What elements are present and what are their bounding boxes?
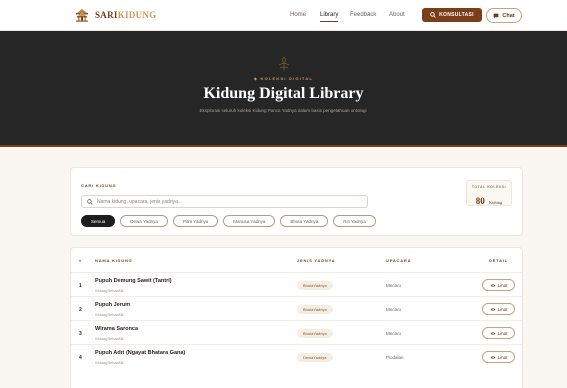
row-number: 3 [79, 331, 82, 337]
hero-kicker-text: KOLEKSI DIGITAL [260, 76, 314, 81]
chat-button[interactable]: Chat [486, 8, 522, 23]
lihat-label: Lihat [497, 306, 508, 312]
search-icon [87, 198, 93, 205]
table-row: 2 Pupuh Jerum KidungSekarAlit BhutaYadny… [71, 296, 522, 320]
header-number: # [79, 258, 83, 263]
lihat-button[interactable]: Lihat [482, 327, 515, 339]
filter-pitra-yadnya[interactable]: Pitra Yadnya [172, 215, 219, 227]
filter-dewa-yadnya[interactable]: Dewa Yadnya [120, 215, 168, 227]
kidung-name: Pupuh Adri (Ngayat Bhatara Gana) [95, 350, 186, 356]
kidung-name: Pupuh Demung Sawit (Tantri) [95, 278, 172, 284]
header-jenis-yadnya: JENIS YADNYA [297, 258, 336, 263]
eye-icon [490, 283, 496, 287]
lihat-button[interactable]: Lihat [482, 279, 515, 291]
eye-icon [490, 331, 496, 335]
kidung-category: KidungSekarAlit [95, 360, 124, 365]
row-number: 1 [79, 283, 82, 289]
total-collection-box: TOTAL KOLEKSI 80 Kidung [466, 180, 512, 206]
search-icon [430, 12, 436, 18]
lihat-button[interactable]: Lihat [482, 303, 515, 315]
kidung-category: KidungSekarAlit [95, 336, 124, 341]
jenis-yadnya-badge: DewaYadnya [297, 353, 333, 362]
header-detail: DETAIL [489, 258, 508, 263]
brand-name-part1: SARI [95, 10, 118, 20]
search-label: CARI KIDUNG [81, 183, 117, 188]
konsultasi-button[interactable]: KONSULTASI [422, 8, 482, 22]
eye-icon [490, 355, 496, 359]
row-number: 4 [79, 355, 82, 361]
brand[interactable]: SARIKIDUNG [74, 8, 157, 22]
table-row: 4 Pupuh Adri (Ngayat Bhatara Gana) Kidun… [71, 344, 522, 368]
emblem-icon [278, 56, 290, 71]
table-row: 3 Wirama Saronca KidungSekarAlit BhutaYa… [71, 320, 522, 344]
table-row: 1 Pupuh Demung Sawit (Tantri) KidungSeka… [71, 272, 522, 296]
lihat-label: Lihat [497, 330, 508, 336]
nav-link-library[interactable]: Library [320, 12, 339, 22]
hero-kicker: ◆ KOLEKSI DIGITAL [253, 76, 314, 81]
chat-label: Chat [502, 12, 515, 19]
brand-name-part2: KIDUNG [117, 10, 157, 20]
total-value: 80 Kidung [467, 191, 511, 209]
kidung-name: Pupuh Jerum [95, 302, 131, 308]
hero-subtitle: Eksplorasi seluruh koleksi Kidung Panca … [199, 108, 367, 113]
nav-link-feedback[interactable]: Feedback [350, 12, 376, 18]
eye-icon [490, 307, 496, 311]
search-panel: CARI KIDUNG Nama kidung, upacara, jenis … [70, 167, 523, 236]
search-placeholder: Nama kidung, upacara, jenis yadnya... [97, 198, 183, 205]
jenis-yadnya-badge: BhutaYadnya [297, 281, 333, 290]
chat-bubble-icon [493, 13, 499, 18]
lihat-button[interactable]: Lihat [482, 351, 515, 363]
jenis-yadnya-badge: BhutaYadnya [297, 305, 333, 314]
jenis-yadnya-badge: BhutaYadnya [297, 329, 333, 338]
kidung-name: Wirama Saronca [95, 326, 139, 332]
header-nama-kidung: NAMA KIDUNG [95, 258, 133, 263]
filter-semua[interactable]: Semua [81, 215, 116, 227]
brand-name: SARIKIDUNG [95, 10, 157, 20]
kidung-category: KidungSekarAlit [95, 312, 124, 317]
total-unit: Kidung [488, 200, 503, 205]
nav-link-about[interactable]: About [389, 12, 405, 18]
filter-bhuta-yadnya[interactable]: Bhuta Yadnya [280, 215, 329, 227]
temple-logo-icon [76, 9, 88, 22]
lihat-label: Lihat [497, 282, 508, 288]
kidung-category: KidungSekarAlit [95, 288, 124, 293]
header-upacara: UPACARA [386, 258, 412, 263]
row-number: 2 [79, 307, 82, 313]
total-label: TOTAL KOLEKSI [471, 185, 507, 189]
hero-banner: ◆ KOLEKSI DIGITAL Kidung Digital Library… [0, 31, 567, 147]
filter-manusa-yadnya[interactable]: Manusa Yadnya [223, 215, 276, 227]
upacara-value: Piodalan [386, 355, 404, 360]
page-title: Kidung Digital Library [203, 85, 364, 102]
kidung-table: # NAMA KIDUNG JENIS YADNYA UPACARA DETAI… [70, 247, 523, 388]
filter-chips: Semua Dewa Yadnya Pitra Yadnya Manusa Ya… [81, 215, 376, 227]
total-count: 80 [475, 196, 485, 206]
filter-rsi-yadnya[interactable]: Rsi Yadnya [333, 215, 376, 227]
nav-link-home[interactable]: Home [290, 12, 306, 18]
upacara-value: Mecaru [386, 283, 402, 288]
konsultasi-label: KONSULTASI [439, 12, 474, 18]
upacara-value: Mecaru [386, 331, 402, 336]
lihat-label: Lihat [497, 354, 508, 360]
navbar: SARIKIDUNG Home Library Feedback About K… [0, 0, 567, 31]
search-input[interactable]: Nama kidung, upacara, jenis yadnya... [81, 195, 368, 208]
upacara-value: Mecaru [386, 307, 402, 312]
